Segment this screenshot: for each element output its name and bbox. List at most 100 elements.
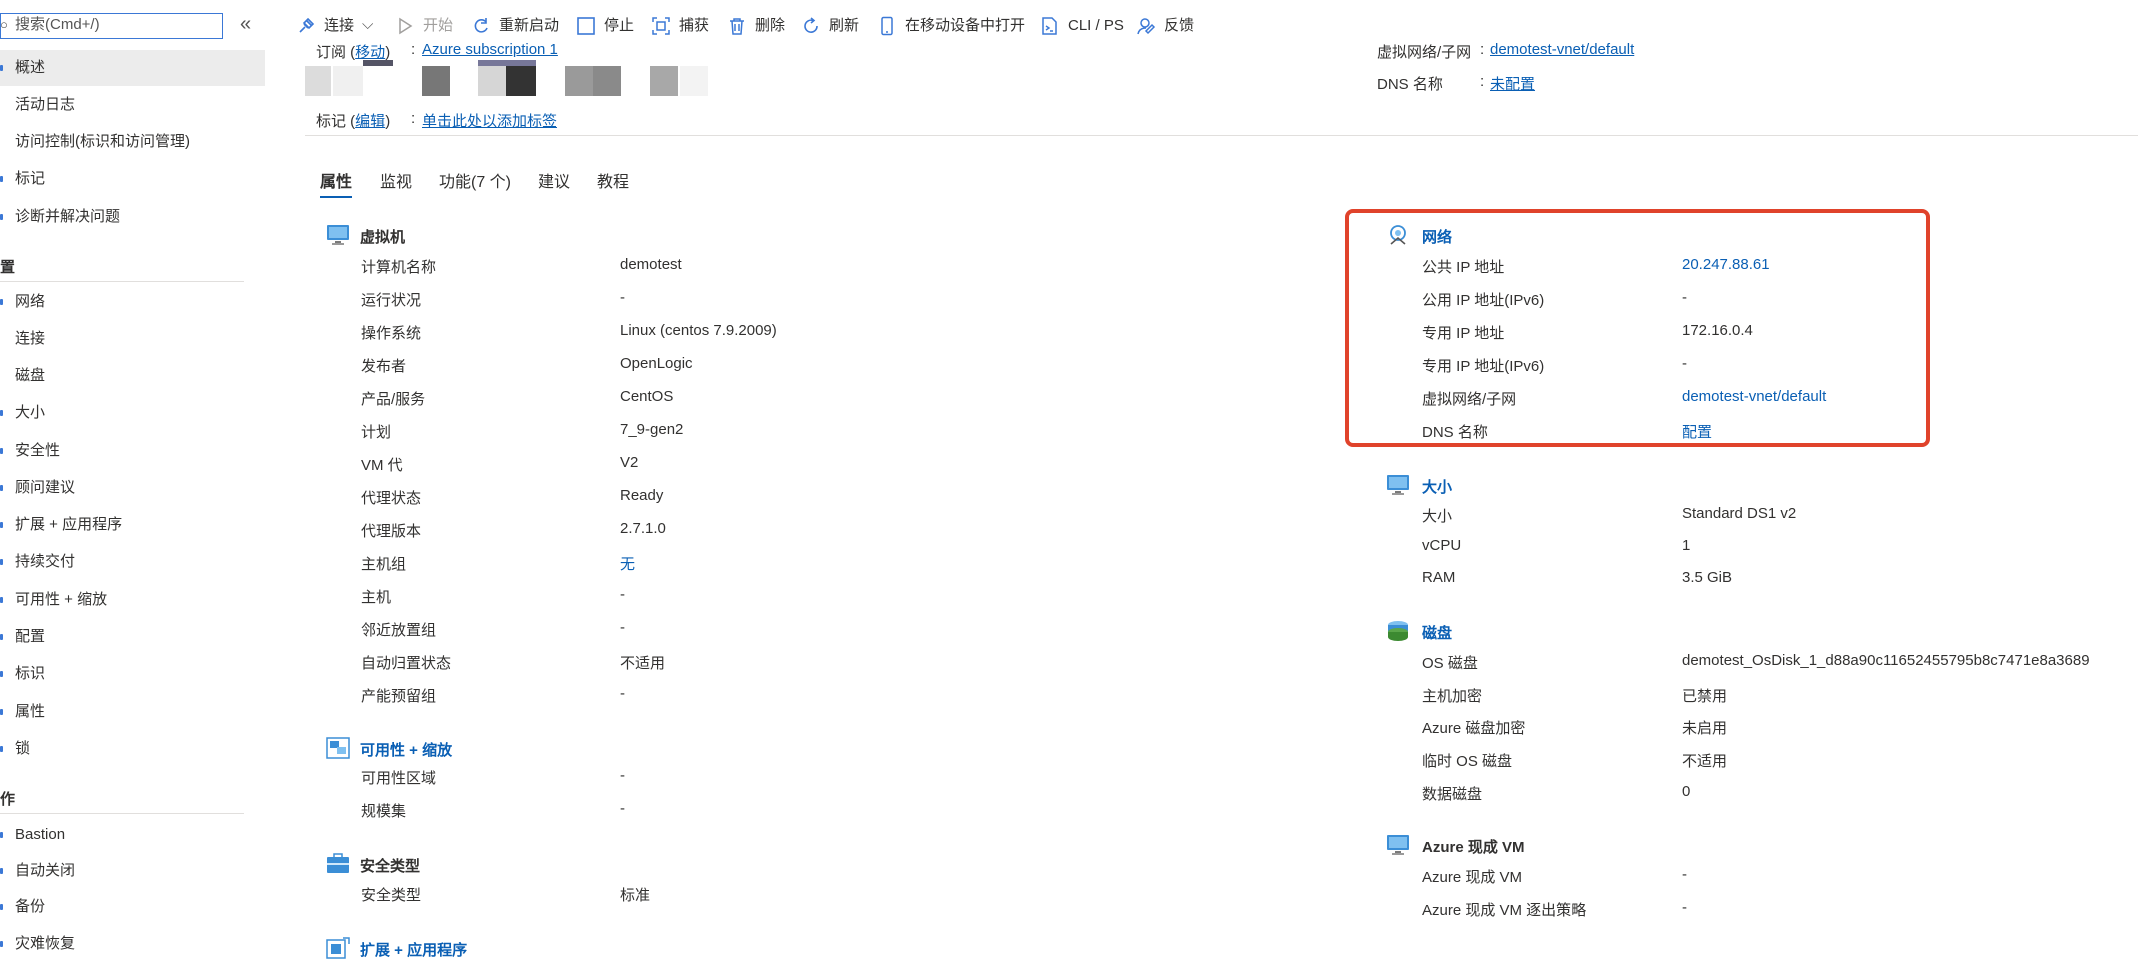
sidebar-item-backup[interactable]: 备份 (0, 889, 265, 925)
prop-label: 发布者 (361, 358, 407, 375)
colon: : (411, 41, 416, 58)
capture-button[interactable]: 捕获 (651, 14, 711, 38)
sidebar-item-bastion[interactable]: Bastion (0, 817, 265, 853)
capture-label: 捕获 (679, 17, 710, 34)
nav-icon (0, 214, 3, 220)
availability-section-link[interactable]: 可用性 + 缩放 (360, 739, 452, 760)
sidebar-item-availability[interactable]: 可用性 + 缩放 (0, 582, 265, 618)
network-section-link[interactable]: 网络 (1422, 226, 1452, 247)
prop-value: OpenLogic (620, 355, 693, 372)
redacted-block (333, 66, 363, 96)
prop-value: - (620, 619, 625, 636)
start-button[interactable]: 开始 (395, 14, 465, 38)
sidebar-item-auto-shutdown[interactable]: 自动关闭 (0, 853, 265, 889)
sidebar-item-label: 大小 (15, 404, 46, 421)
tab-tutorials[interactable]: 教程 (597, 168, 629, 192)
refresh-button[interactable]: 刷新 (801, 14, 861, 38)
tab-recommendations[interactable]: 建议 (538, 168, 570, 192)
sidebar-item-label: 访问控制(标识和访问管理) (15, 133, 190, 150)
prop-label: 规模集 (361, 803, 407, 820)
stop-button[interactable]: 停止 (576, 14, 636, 38)
vnet-subnet-link[interactable]: demotest-vnet/default (1490, 41, 1634, 58)
chevron-down-icon: ⌵ (362, 16, 374, 33)
connect-button[interactable]: 连接 ⌵ (296, 14, 386, 38)
prop-label: 可用性区域 (361, 770, 437, 787)
sidebar-item-locks[interactable]: 锁 (0, 731, 265, 767)
nav-icon (0, 559, 3, 565)
prop-value: - (1682, 866, 1687, 883)
sidebar-item-disks[interactable]: 磁盘 (0, 358, 265, 394)
sidebar-item-size[interactable]: 大小 (0, 395, 265, 431)
sidebar-item-label: 持续交付 (15, 553, 76, 570)
dns-configure-value-link[interactable]: 配置 (1682, 421, 1712, 442)
search-input[interactable]: ○ 搜索(Cmd+/) (0, 13, 223, 39)
sidebar-item-disaster-recovery[interactable]: 灾难恢复 (0, 926, 265, 962)
cli-ps-button[interactable]: CLI / PS (1040, 14, 1125, 38)
sidebar-item-connect[interactable]: 连接 (0, 321, 265, 357)
feedback-label: 反馈 (1164, 17, 1195, 34)
subscription-label-close: ) (385, 44, 391, 61)
extensions-section-link[interactable]: 扩展 + 应用程序 (360, 939, 467, 960)
sidebar-item-iam[interactable]: 访问控制(标识和访问管理) (0, 124, 265, 160)
sidebar: ○ 搜索(Cmd+/) « 概述 活动日志 访问控制(标识和访问管理) 标记 诊… (0, 0, 266, 962)
extensions-icon (326, 937, 350, 959)
open-in-mobile-label: 在移动设备中打开 (905, 17, 1026, 34)
size-section-link[interactable]: 大小 (1422, 476, 1452, 497)
redacted-block (650, 66, 678, 96)
prop-label: 代理版本 (361, 523, 422, 540)
edit-tags-link[interactable]: 编辑 (355, 113, 385, 130)
host-group-link[interactable]: 无 (620, 553, 635, 574)
restart-button[interactable]: 重新启动 (471, 14, 571, 38)
nav-icon (0, 941, 3, 947)
sidebar-item-identity[interactable]: 标识 (0, 656, 265, 692)
prop-label: 虚拟网络/子网 (1422, 391, 1517, 408)
public-ip-link[interactable]: 20.247.88.61 (1682, 256, 1770, 273)
network-icon (1390, 225, 1406, 245)
sidebar-item-label: 备份 (15, 898, 46, 915)
redacted-block (680, 66, 708, 96)
sidebar-item-properties[interactable]: 属性 (0, 694, 265, 730)
mobile-icon (881, 16, 893, 36)
prop-label: OS 磁盘 (1422, 655, 1478, 672)
add-tags-link[interactable]: 单击此处以添加标签 (422, 110, 557, 131)
prop-value: - (1682, 355, 1687, 372)
sidebar-item-diagnose[interactable]: 诊断并解决问题 (0, 199, 265, 235)
prop-value: 0 (1682, 783, 1691, 800)
feedback-button[interactable]: 反馈 (1136, 14, 1206, 38)
delete-button[interactable]: 删除 (727, 14, 787, 38)
tab-properties[interactable]: 属性 (320, 168, 352, 192)
tab-monitoring[interactable]: 监视 (380, 168, 412, 192)
open-in-mobile-button[interactable]: 在移动设备中打开 (877, 14, 1027, 38)
prop-value: V2 (620, 454, 639, 471)
delete-label: 删除 (755, 17, 786, 34)
connect-label: 连接 (324, 17, 355, 34)
sidebar-item-label: 网络 (15, 293, 46, 310)
prop-value: - (620, 586, 625, 603)
disk-section-link[interactable]: 磁盘 (1422, 622, 1452, 643)
sidebar-item-continuous-delivery[interactable]: 持续交付 (0, 544, 265, 580)
sidebar-item-extensions[interactable]: 扩展 + 应用程序 (0, 507, 265, 543)
restart-label: 重新启动 (499, 17, 560, 34)
sidebar-item-activity-log[interactable]: 活动日志 (0, 87, 265, 123)
nav-icon (0, 299, 3, 305)
dns-configure-link[interactable]: 未配置 (1490, 73, 1535, 94)
prop-value: 7_9-gen2 (620, 421, 684, 438)
sidebar-item-networking[interactable]: 网络 (0, 284, 265, 320)
move-subscription-link[interactable]: 移动 (355, 44, 385, 61)
prop-label: 临时 OS 磁盘 (1422, 753, 1513, 770)
prop-value: 2.7.1.0 (620, 520, 666, 537)
vnet-subnet-value-link[interactable]: demotest-vnet/default (1682, 388, 1826, 405)
nav-icon (0, 485, 3, 491)
sidebar-item-overview[interactable]: 概述 (0, 50, 265, 86)
collapse-sidebar-button[interactable]: « (240, 13, 251, 36)
prop-value: Standard DS1 v2 (1682, 505, 1797, 522)
subscription-link[interactable]: Azure subscription 1 (422, 41, 558, 58)
tab-capabilities[interactable]: 功能(7 个) (439, 168, 511, 192)
redacted-block (593, 66, 621, 96)
sidebar-item-configuration[interactable]: 配置 (0, 619, 265, 655)
sidebar-item-advisor[interactable]: 顾问建议 (0, 470, 265, 506)
sidebar-item-tags[interactable]: 标记 (0, 161, 265, 197)
prop-label: 公共 IP 地址 (1422, 259, 1505, 276)
nav-icon (0, 634, 3, 640)
sidebar-item-security[interactable]: 安全性 (0, 433, 265, 469)
